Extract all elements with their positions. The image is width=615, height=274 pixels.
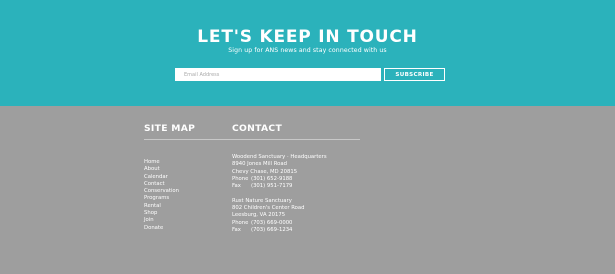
sitemap-item-shop: Shop [144, 205, 179, 216]
signup-title: LET'S KEEP IN TOUCH [197, 27, 418, 47]
sitemap-item-about: About [144, 161, 179, 172]
sitemap-list: Home About Calendar Contact Conservation… [144, 154, 179, 231]
sitemap-item-home: Home [144, 154, 179, 165]
sitemap-link-donate[interactable]: Donate [144, 225, 163, 231]
sitemap-heading: SITE MAP [144, 123, 196, 134]
location-spacer [232, 190, 327, 197]
sitemap-item-donate: Donate [144, 220, 179, 231]
fax-number: (301) 951-7179 [251, 183, 293, 190]
location-name: Rust Nature Sanctuary [232, 197, 292, 204]
fax-number: (703) 669-1234 [251, 226, 293, 233]
fax-label: Fax [232, 226, 241, 233]
sitemap-item-conservation: Conservation [144, 183, 179, 194]
location-fax-row: Fax (703) 669-1234 [232, 227, 327, 234]
contact-info: Woodend Sanctuary · Headquarters 8940 Jo… [232, 154, 327, 234]
sitemap-item-contact: Contact [144, 176, 179, 187]
fax-label: Fax [232, 183, 241, 190]
phone-label: Phone [232, 175, 249, 182]
location-city: Chevy Chase, MD 20815 [232, 168, 298, 175]
signup-subtitle: Sign up for ANS news and stay connected … [228, 47, 387, 54]
location-phone-row: Phone (703) 669-0000 [232, 220, 327, 227]
location-street: 802 Children's Center Road [232, 205, 305, 212]
location-phone-row: Phone (301) 652-9188 [232, 176, 327, 183]
newsletter-signup: LET'S KEEP IN TOUCH Sign up for ANS news… [0, 0, 615, 106]
email-address-input[interactable] [175, 68, 381, 81]
phone-label: Phone [232, 219, 249, 226]
location-fax-row: Fax (301) 951-7179 [232, 183, 327, 190]
contact-heading: CONTACT [232, 123, 283, 134]
location-name: Woodend Sanctuary · Headquarters [232, 154, 327, 160]
subscribe-button[interactable]: SUBSCRIBE [384, 68, 445, 81]
phone-number: (703) 669-0000 [251, 219, 293, 226]
location-street: 8940 Jones Mill Road [232, 161, 287, 168]
phone-number: (301) 652-9188 [251, 175, 293, 182]
footer-divider [144, 139, 360, 140]
site-footer: SITE MAP CONTACT Home About Calendar Con… [0, 106, 615, 274]
sitemap-item-calendar: Calendar [144, 169, 179, 180]
location-city: Leesburg, VA 20175 [232, 212, 286, 219]
sitemap-item-join: Join [144, 212, 179, 223]
